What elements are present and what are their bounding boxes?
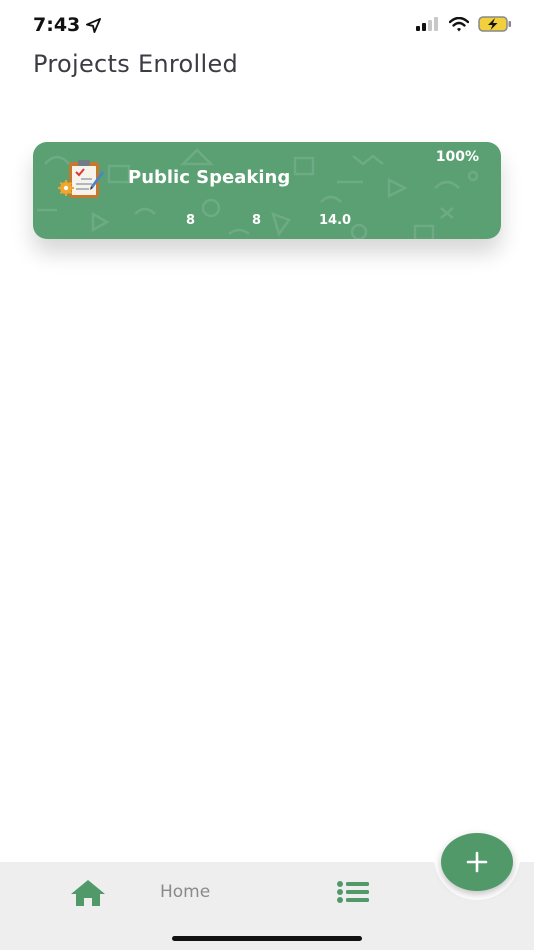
status-time: 7:43	[33, 14, 102, 36]
list-icon[interactable]	[336, 880, 369, 904]
wifi-icon	[449, 16, 469, 31]
status-time-text: 7:43	[33, 14, 81, 36]
cellular-signal-icon	[416, 17, 438, 31]
project-stat: 8	[186, 213, 196, 228]
add-project-button[interactable]	[441, 833, 513, 891]
status-icons	[416, 16, 512, 32]
status-bar: 7:43	[0, 0, 534, 52]
project-card[interactable]: Public Speaking 100% 8 8 14.0	[33, 142, 501, 239]
home-icon[interactable]	[70, 879, 106, 907]
nav-home-label[interactable]: Home	[160, 882, 210, 902]
location-arrow-icon	[86, 17, 102, 33]
plus-icon	[466, 851, 488, 873]
project-title: Public Speaking	[128, 167, 291, 188]
project-progress: 100%	[435, 149, 479, 165]
project-stat: 8	[252, 213, 262, 228]
page-title: Projects Enrolled	[33, 50, 239, 78]
battery-charging-icon	[478, 16, 511, 32]
clipboard-gear-pencil-icon	[58, 160, 104, 198]
home-indicator	[172, 936, 362, 941]
project-stat: 14.0	[319, 213, 352, 228]
